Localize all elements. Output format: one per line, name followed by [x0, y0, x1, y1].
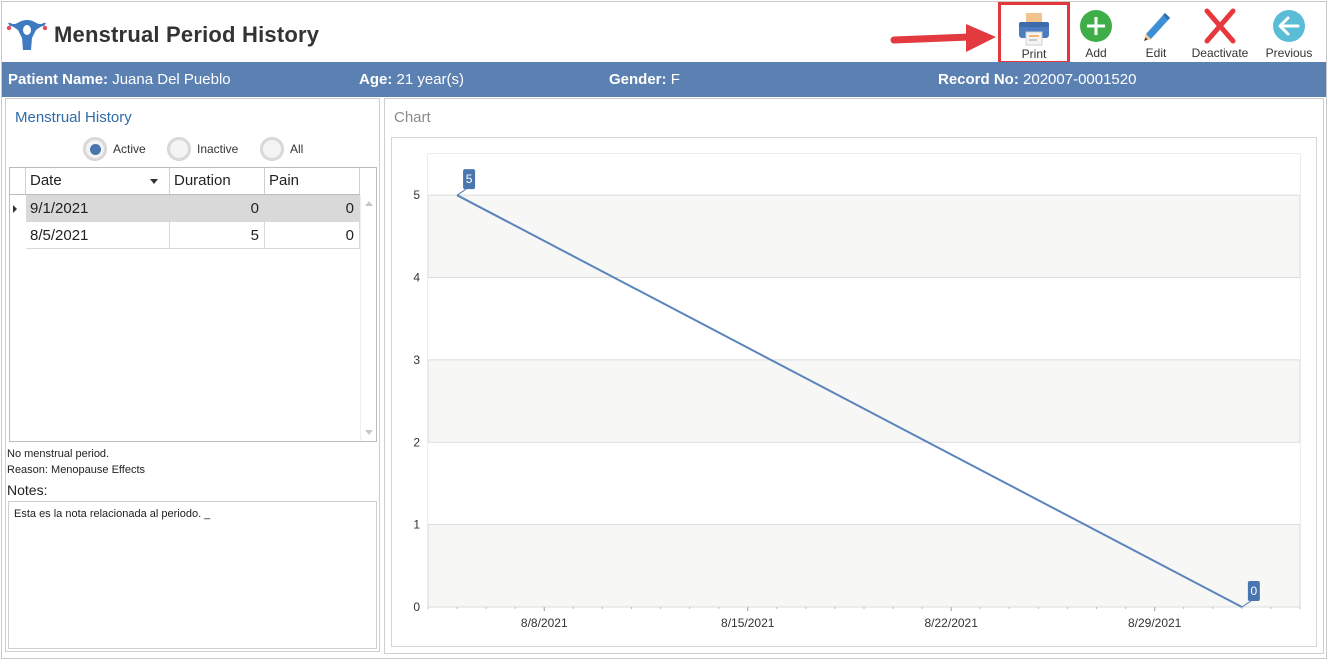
patient-gender-label: Gender: [609, 71, 667, 88]
deactivate-button[interactable]: Deactivate [1186, 4, 1254, 62]
column-header-pain-label: Pain [269, 172, 300, 189]
cell-pain: 0 [265, 222, 360, 249]
deactivate-label: Deactivate [1191, 46, 1249, 60]
y-tick-label: 2 [413, 435, 420, 449]
red-arrow-annotation [890, 24, 996, 52]
plot-area [427, 153, 1301, 608]
edit-label: Edit [1145, 46, 1167, 60]
y-tick-label: 4 [413, 271, 420, 285]
y-tick-label: 5 [413, 188, 420, 202]
add-label: Add [1085, 46, 1107, 60]
printer-icon [1019, 13, 1049, 46]
patient-gender-value: F [670, 71, 680, 88]
cell-date: 9/1/2021 [26, 195, 170, 222]
radio-unselected-icon [260, 137, 284, 161]
table-row[interactable]: 9/1/2021 0 0 [10, 195, 360, 222]
patient-name: Patient Name: Juana Del Pueblo [8, 71, 231, 88]
column-header-duration-label: Duration [174, 172, 231, 189]
pencil-icon [1144, 13, 1170, 41]
record-number: Record No: 202007-0001520 [938, 71, 1136, 88]
filter-active-label: Active [113, 142, 146, 156]
notes-textarea[interactable]: Esta es la nota relacionada al periodo. … [8, 501, 377, 649]
data-label: 5 [466, 172, 473, 186]
sort-arrow-icon [150, 179, 158, 184]
uterus-logo-icon [6, 20, 48, 50]
previous-button[interactable]: Previous [1258, 4, 1320, 62]
x-tick-label: 8/8/2021 [521, 616, 568, 630]
period-status-text: No menstrual period. [7, 448, 110, 460]
grid-scrollbar[interactable] [360, 195, 376, 441]
grid-header: Date Duration Pain [10, 168, 360, 195]
add-button[interactable]: Add [1065, 4, 1127, 62]
y-tick-label: 1 [413, 518, 420, 532]
column-header-duration[interactable]: Duration [170, 168, 265, 194]
cell-duration: 0 [170, 195, 265, 222]
period-reason-text: Reason: Menopause Effects [7, 464, 145, 476]
chart-title: Chart [394, 109, 431, 126]
column-header-pain[interactable]: Pain [265, 168, 360, 194]
column-header-date-label: Date [30, 172, 62, 189]
arrow-left-circle-icon [1273, 10, 1305, 42]
chart-panel: Chart 0 1 2 3 4 5 8/8/2021 8/15/2021 8/22/2021 8/… [384, 98, 1324, 654]
patient-age-label: Age: [359, 71, 393, 88]
filter-inactive-label: Inactive [197, 142, 239, 156]
filter-all-label: All [290, 142, 304, 156]
menstrual-history-panel: Menstrual History Active Inactive All Da… [5, 98, 380, 652]
patient-age: Age: 21 year(s) [359, 71, 464, 88]
x-icon [1204, 8, 1236, 44]
cell-date: 8/5/2021 [26, 222, 170, 249]
patient-info-bar: Patient Name: Juana Del Pueblo Age: 21 y… [2, 62, 1326, 97]
chart-svg: 0 1 2 3 4 5 8/8/2021 8/15/2021 8/22/2021 8/29/202… [413, 153, 1301, 630]
patient-gender: Gender: F [609, 71, 680, 88]
print-button[interactable]: Print [998, 2, 1070, 64]
patient-name-value: Juana Del Pueblo [112, 71, 231, 88]
plot-band [429, 442, 1299, 525]
y-tick-label: 0 [413, 600, 420, 614]
patient-name-label: Patient Name: [8, 71, 109, 88]
line-chart: 0 1 2 3 4 5 8/8/2021 8/15/2021 8/22/2021 8/29/202… [391, 137, 1317, 647]
radio-unselected-icon [167, 137, 191, 161]
table-row[interactable]: 8/5/2021 5 0 [10, 222, 360, 249]
scroll-down-icon[interactable] [365, 430, 373, 435]
plot-band [429, 277, 1299, 360]
scroll-up-icon[interactable] [365, 201, 373, 206]
previous-label: Previous [1265, 46, 1313, 60]
row-indicator-header [10, 168, 26, 194]
column-header-date[interactable]: Date [26, 168, 170, 194]
history-grid: Date Duration Pain 9/1/2021 0 0 8/5/2021… [9, 167, 377, 442]
plus-circle-icon [1080, 10, 1112, 42]
data-label: 0 [1251, 584, 1258, 598]
page-title: Menstrual Period History [54, 22, 320, 47]
edit-button[interactable]: Edit [1125, 4, 1187, 62]
x-tick-label: 8/22/2021 [925, 616, 979, 630]
radio-selected-icon [83, 137, 107, 161]
cell-duration: 5 [170, 222, 265, 249]
x-tick-label: 8/29/2021 [1128, 616, 1182, 630]
print-label: Print [1021, 47, 1047, 61]
header: Menstrual Period History Print Add Edit … [2, 2, 1326, 64]
cell-pain: 0 [265, 195, 360, 222]
y-tick-label: 3 [413, 353, 420, 367]
menstrual-history-title: Menstrual History [15, 109, 132, 126]
patient-age-value: 21 year(s) [396, 71, 465, 88]
current-row-indicator-icon [13, 205, 17, 213]
x-tick-label: 8/15/2021 [721, 616, 775, 630]
record-number-value: 202007-0001520 [1023, 71, 1137, 88]
plot-band [429, 154, 1299, 196]
notes-label: Notes: [7, 482, 48, 498]
record-number-label: Record No: [938, 71, 1019, 88]
